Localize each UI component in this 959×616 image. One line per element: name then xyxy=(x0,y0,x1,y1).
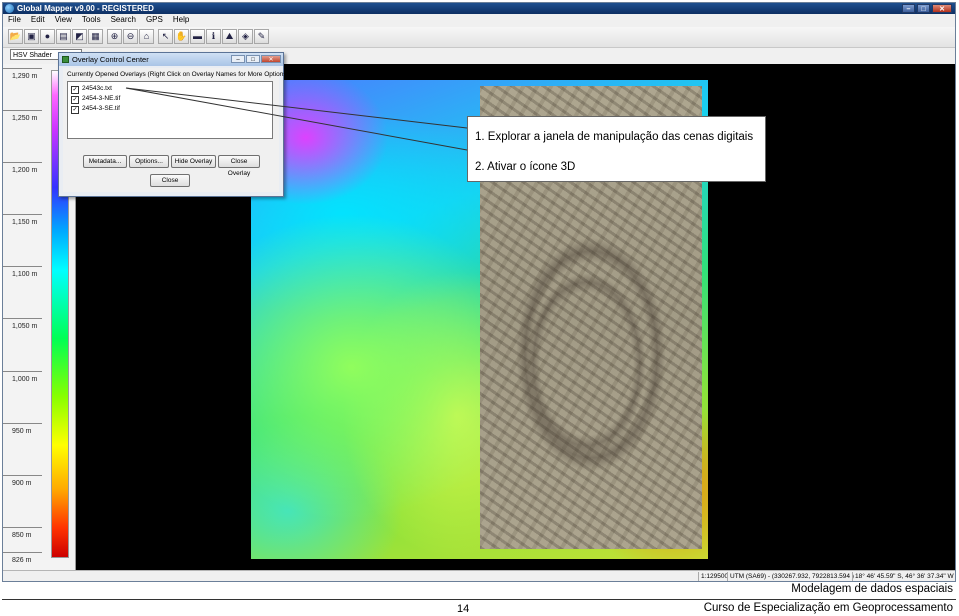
footer-divider xyxy=(2,599,956,600)
callout-pointer xyxy=(125,87,468,151)
instruction-step-1: 1. Explorar a janela de manipulação das … xyxy=(475,131,754,143)
footer-topic: Modelagem de dados espaciais xyxy=(791,583,953,595)
instruction-step-2: 2. Ativar o ícone 3D xyxy=(475,161,576,173)
instruction-callout: 1. Explorar a janela de manipulação das … xyxy=(467,116,766,182)
footer-course: Curso de Especialização em Geoprocessame… xyxy=(703,602,953,614)
page-number: 14 xyxy=(457,603,470,615)
